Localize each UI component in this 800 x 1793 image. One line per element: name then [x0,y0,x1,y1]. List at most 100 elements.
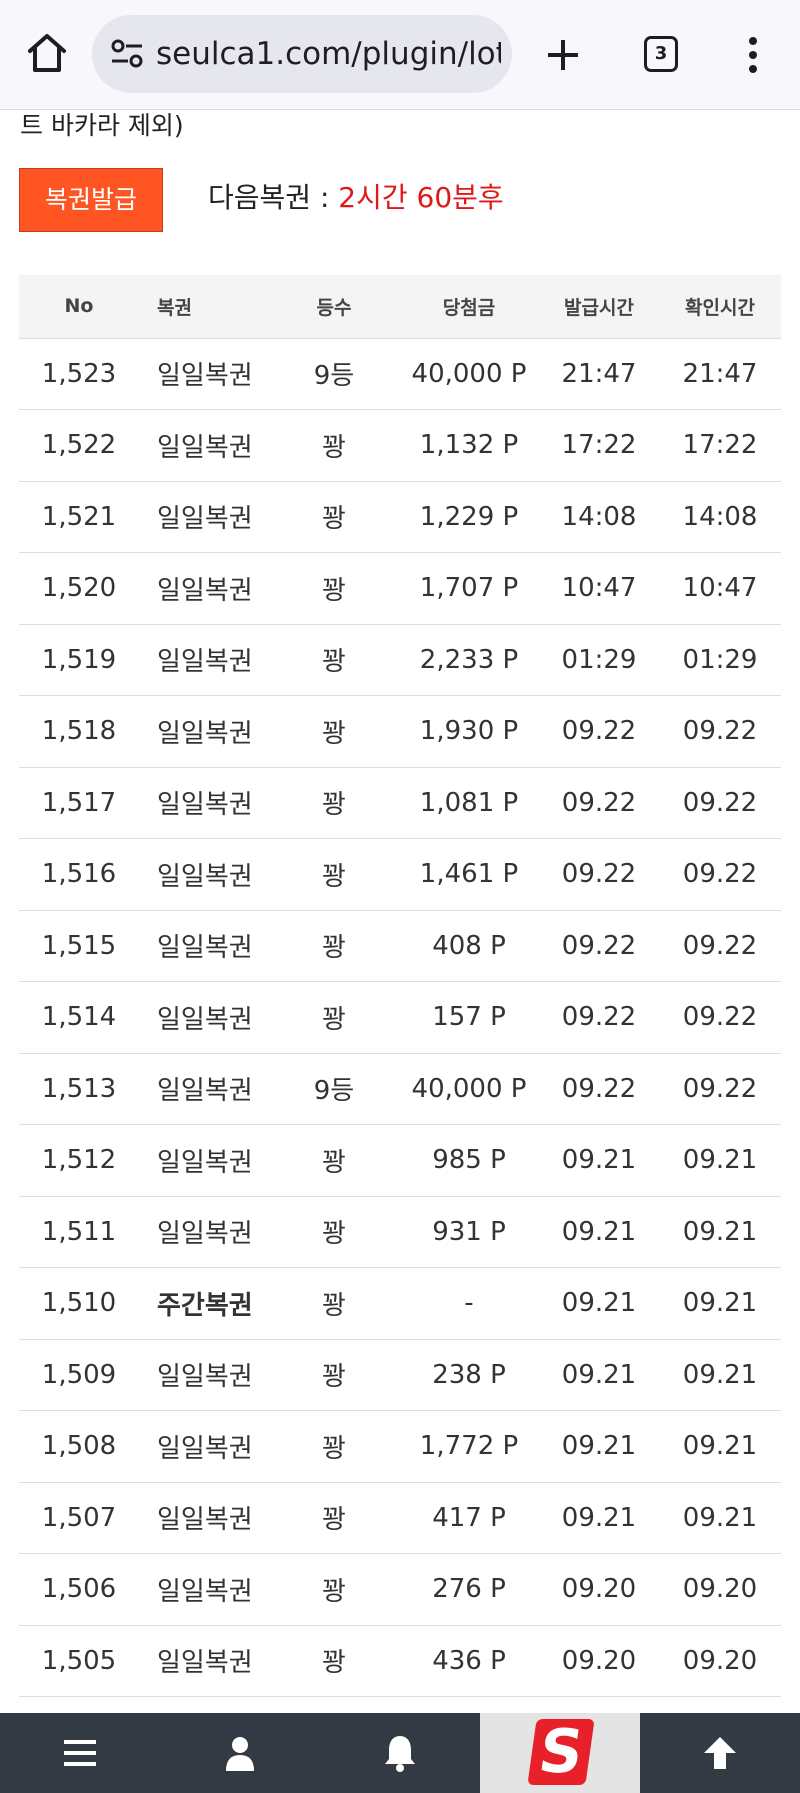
row-prize: 1,772 P [399,1410,539,1483]
row-prize: 238 P [399,1339,539,1411]
site-settings-icon[interactable] [110,37,144,71]
table-row: 1,511 일일복권 꽝 931 P 09.21 09.21 [19,1196,781,1268]
row-lottery-name: 일일복권 [139,409,269,482]
row-issue-time: 09.21 [539,1410,659,1483]
row-check-time: 21:47 [659,338,781,410]
row-no: 1,520 [19,552,139,625]
menu-icon[interactable] [0,1713,160,1793]
row-lottery-name: 일일복권 [139,481,269,553]
table-row: 1,506 일일복권 꽝 276 P 09.20 09.20 [19,1553,781,1626]
lottery-history-table: No 복권 등수 당첨금 발급시간 확인시간 1,523 일일복권 9등 40,000… [19,275,781,1697]
row-lottery-name: 주간복권 [139,1267,269,1340]
row-no: 1,518 [19,695,139,768]
row-prize: 417 P [399,1482,539,1554]
row-issue-time: 09.21 [539,1339,659,1411]
row-prize: 931 P [399,1196,539,1268]
row-lottery-name: 일일복권 [139,1196,269,1268]
table-row: 1,521 일일복권 꽝 1,229 P 14:08 14:08 [19,481,781,553]
row-issue-time: 17:22 [539,409,659,482]
row-no: 1,514 [19,981,139,1054]
row-rank: 꽝 [269,1625,399,1697]
row-prize: 40,000 P [399,1053,539,1125]
issue-lottery-button[interactable]: 복권발급 [19,168,163,232]
next-lottery-countdown: 2시간 60분후 [338,181,504,214]
row-lottery-name: 일일복권 [139,1625,269,1697]
row-check-time: 09.21 [659,1482,781,1554]
user-icon[interactable] [160,1713,320,1793]
browser-toolbar: seulca1.com/plugin/lot 3 [0,0,800,110]
row-issue-time: 09.20 [539,1625,659,1697]
table-row: 1,513 일일복권 9등 40,000 P 09.22 09.22 [19,1053,781,1125]
bottom-navigation: S [0,1713,800,1793]
table-row: 1,520 일일복권 꽝 1,707 P 10:47 10:47 [19,552,781,625]
next-lottery-info: 다음복권 : 2시간 60분후 [208,178,504,218]
header-lottery: 복권 [139,275,269,339]
row-no: 1,506 [19,1553,139,1626]
row-rank: 꽝 [269,910,399,982]
row-issue-time: 09.21 [539,1482,659,1554]
row-rank: 꽝 [269,767,399,839]
header-issue-time: 발급시간 [539,275,659,339]
table-row: 1,509 일일복권 꽝 238 P 09.21 09.21 [19,1339,781,1411]
row-issue-time: 09.22 [539,838,659,911]
row-check-time: 17:22 [659,409,781,482]
row-lottery-name: 일일복권 [139,1339,269,1411]
table-row: 1,507 일일복권 꽝 417 P 09.21 09.21 [19,1482,781,1554]
row-check-time: 09.21 [659,1267,781,1340]
row-check-time: 10:47 [659,552,781,625]
row-check-time: 09.21 [659,1339,781,1411]
row-rank: 꽝 [269,552,399,625]
notice-text: 트 바카라 제외) [20,111,184,140]
new-tab-icon[interactable] [540,32,586,78]
url-text[interactable]: seulca1.com/plugin/lot [156,33,501,75]
row-lottery-name: 일일복권 [139,1410,269,1483]
row-rank: 꽝 [269,695,399,768]
row-rank: 꽝 [269,624,399,696]
home-icon[interactable] [24,30,70,76]
row-rank: 꽝 [269,838,399,911]
row-no: 1,507 [19,1482,139,1554]
row-no: 1,516 [19,838,139,911]
row-no: 1,513 [19,1053,139,1125]
site-logo[interactable]: S [480,1713,640,1793]
row-lottery-name: 일일복권 [139,910,269,982]
row-check-time: 09.22 [659,910,781,982]
row-rank: 꽝 [269,1482,399,1554]
row-no: 1,519 [19,624,139,696]
address-bar[interactable]: seulca1.com/plugin/lot [92,15,512,93]
row-rank: 꽝 [269,981,399,1054]
table-row: 1,515 일일복권 꽝 408 P 09.22 09.22 [19,910,781,982]
row-prize: 2,233 P [399,624,539,696]
row-rank: 꽝 [269,1410,399,1483]
row-issue-time: 09.22 [539,1053,659,1125]
row-prize: 276 P [399,1553,539,1626]
header-check-time: 확인시간 [659,275,781,339]
row-lottery-name: 일일복권 [139,624,269,696]
row-lottery-name: 일일복권 [139,838,269,911]
arrow-up-icon[interactable] [640,1713,800,1793]
row-prize: 985 P [399,1124,539,1197]
row-issue-time: 10:47 [539,552,659,625]
row-check-time: 09.21 [659,1196,781,1268]
more-options-icon[interactable] [740,32,766,78]
table-row: 1,516 일일복권 꽝 1,461 P 09.22 09.22 [19,838,781,911]
row-prize: 157 P [399,981,539,1054]
tab-switcher-button[interactable]: 3 [644,36,678,72]
row-check-time: 09.21 [659,1124,781,1197]
row-check-time: 01:29 [659,624,781,696]
row-no: 1,517 [19,767,139,839]
row-rank: 꽝 [269,481,399,553]
row-issue-time: 09.21 [539,1124,659,1197]
table-row: 1,523 일일복권 9등 40,000 P 21:47 21:47 [19,338,781,410]
row-lottery-name: 일일복권 [139,981,269,1054]
row-issue-time: 21:47 [539,338,659,410]
row-issue-time: 09.22 [539,695,659,768]
bell-icon[interactable] [320,1713,480,1793]
row-no: 1,512 [19,1124,139,1197]
table-row: 1,518 일일복권 꽝 1,930 P 09.22 09.22 [19,695,781,768]
row-check-time: 09.20 [659,1553,781,1626]
row-check-time: 09.22 [659,981,781,1054]
row-no: 1,521 [19,481,139,553]
table-body: 1,523 일일복권 9등 40,000 P 21:47 21:47 1,522 일일복권 꽝 1… [19,338,781,1697]
row-rank: 꽝 [269,409,399,482]
